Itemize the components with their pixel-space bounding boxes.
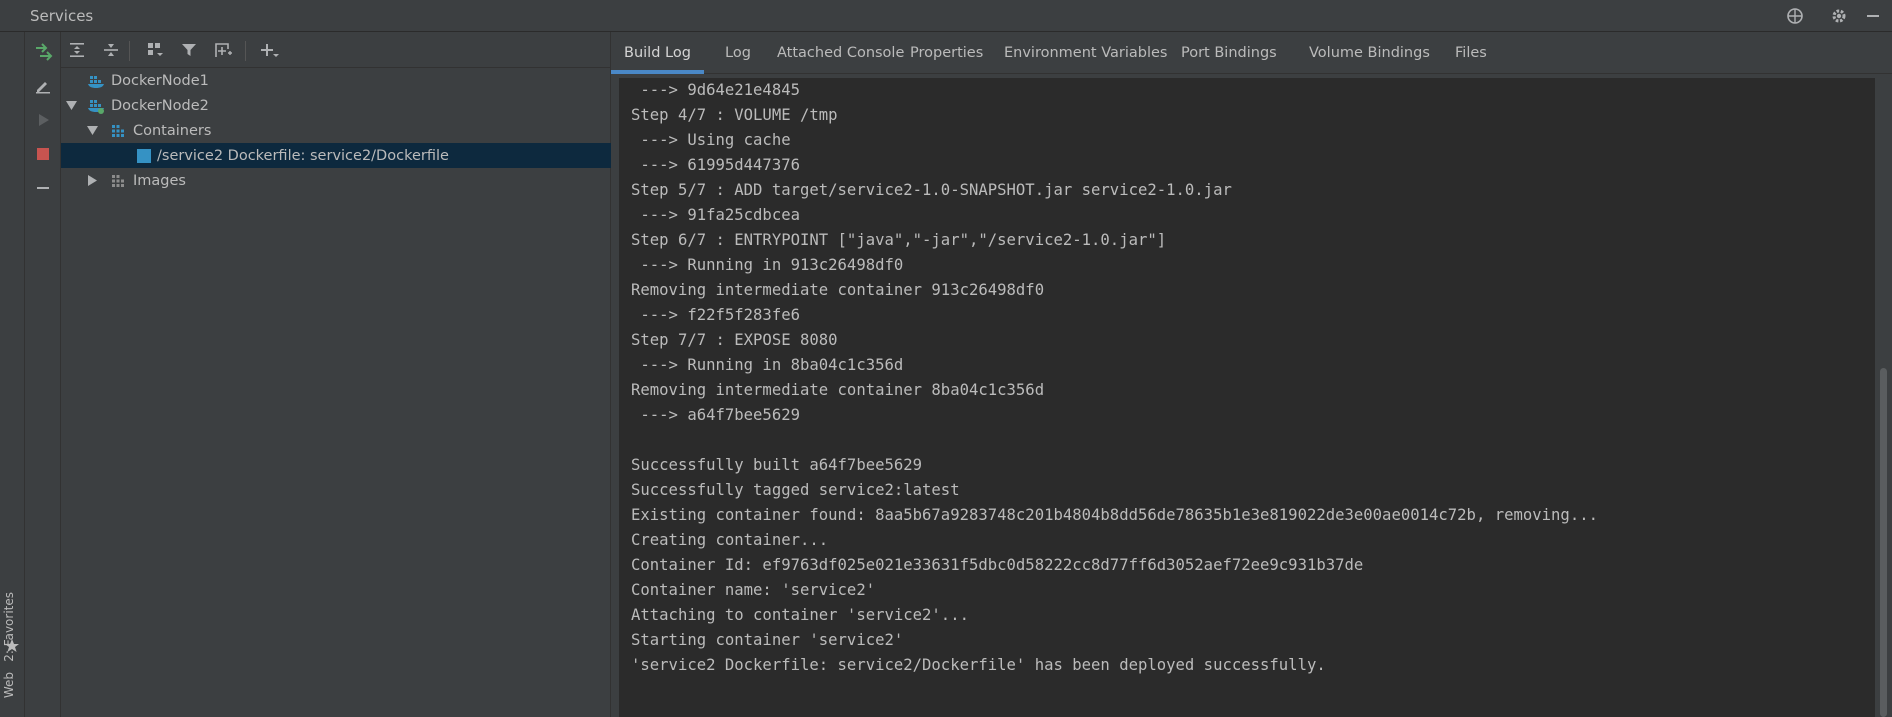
tab-label: Properties [910,45,984,61]
group-by-icon[interactable] [143,38,167,62]
tree-item-dockernode1[interactable]: DockerNode1 [61,68,611,93]
details-tabs: Build Log Log Attached Console Propertie… [611,32,1892,74]
remove-icon[interactable] [31,176,55,200]
log-line: ---> 91fa25cdbcea [631,206,800,224]
build-log-console[interactable]: ---> 9d64e21e4845 Step 4/7 : VOLUME /tmp … [619,78,1875,717]
collapse-all-icon[interactable] [99,38,123,62]
log-line: ---> Running in 8ba04c1c356d [631,356,904,374]
log-line: ---> 61995d447376 [631,156,800,174]
log-line: ---> a64f7bee5629 [631,406,800,424]
tab-log[interactable]: Log [712,32,764,74]
containers-icon [109,122,127,140]
web-label: Web [2,672,16,699]
log-line: Step 5/7 : ADD target/service2-1.0-SNAPS… [631,181,1232,199]
log-line: Successfully built a64f7bee5629 [631,456,923,474]
tree-item-dockernode2[interactable]: DockerNode2 [61,93,611,118]
log-line: Creating container... [631,531,829,549]
log-line: Container name: 'service2' [631,581,876,599]
tab-properties[interactable]: Properties [897,32,996,74]
log-line: Successfully tagged service2:latest [631,481,960,499]
tab-environment-variables[interactable]: Environment Variables [991,32,1180,74]
tab-build-log[interactable]: Build Log [611,32,704,74]
log-line: 'service2 Dockerfile: service2/Dockerfil… [631,656,1326,674]
tab-label: Attached Console [777,45,905,61]
tab-label: Build Log [624,45,691,61]
toolbar-separator [245,41,246,61]
docker-connected-icon [87,97,105,115]
add-icon[interactable] [257,38,281,62]
minimize-icon[interactable] [1862,5,1884,27]
services-tree-panel: DockerNode1 DockerNode2 Containers /serv… [61,32,611,717]
deploy-icon[interactable] [31,40,55,64]
chevron-right-icon[interactable] [86,175,98,187]
docker-icon [87,72,105,90]
details-panel: Build Log Log Attached Console Propertie… [611,32,1892,717]
tab-port-bindings[interactable]: Port Bindings [1168,32,1290,74]
edit-icon[interactable] [31,74,55,98]
log-line: Removing intermediate container 913c2649… [631,281,1045,299]
chevron-down-icon[interactable] [65,100,77,112]
tab-attached-console[interactable]: Attached Console [764,32,917,74]
tree-item-containers[interactable]: Containers [61,118,611,143]
expand-all-icon[interactable] [65,38,89,62]
chevron-down-icon[interactable] [86,125,98,137]
log-line: Step 4/7 : VOLUME /tmp [631,106,838,124]
log-line: Removing intermediate container 8ba04c1c… [631,381,1045,399]
container-icon [135,147,153,165]
log-line: ---> Using cache [631,131,791,149]
tree-toolbar [61,32,611,68]
run-icon[interactable] [31,108,55,132]
globe-icon[interactable] [1784,5,1806,27]
log-line: Attaching to container 'service2'... [631,606,969,624]
log-line: ---> 9d64e21e4845 [631,81,800,99]
tab-volume-bindings[interactable]: Volume Bindings [1296,32,1443,74]
log-line: Step 7/7 : EXPOSE 8080 [631,331,838,349]
services-action-bar [25,32,61,717]
tab-label: Environment Variables [1004,45,1168,61]
images-icon [109,172,127,190]
tool-window-header: Services [0,0,1892,32]
tool-window-title: Services [30,7,94,25]
gear-icon[interactable] [1828,5,1850,27]
tree-item-label: Containers [133,122,212,139]
tree-item-label: /service2 Dockerfile: service2/Dockerfil… [157,147,449,164]
tab-label: Port Bindings [1181,45,1277,61]
tree-item-label: DockerNode2 [111,97,209,114]
log-line: ---> Running in 913c26498df0 [631,256,904,274]
tab-label: Log [725,45,751,61]
tab-label: Volume Bindings [1309,45,1430,61]
scrollbar-thumb[interactable] [1880,368,1887,717]
toolbar-separator [129,41,130,61]
left-tool-stripe: 2: Favorites Web [0,32,25,717]
tree-item-images[interactable]: Images [61,168,611,193]
log-line: Existing container found: 8aa5b67a928374… [631,506,1598,524]
log-line: Starting container 'service2' [631,631,904,649]
tab-files[interactable]: Files [1442,32,1500,74]
log-line: Step 6/7 : ENTRYPOINT ["java","-jar","/s… [631,231,1167,249]
filter-icon[interactable] [177,38,201,62]
web-tab[interactable]: Web [2,672,16,698]
log-line: Container Id: ef9763df025e021e33631f5dbc… [631,556,1364,574]
tree-item-service2-container[interactable]: /service2 Dockerfile: service2/Dockerfil… [61,143,611,168]
new-service-icon[interactable] [211,38,235,62]
vertical-scrollbar[interactable] [1875,78,1892,717]
stop-icon[interactable] [31,142,55,166]
tree-item-label: DockerNode1 [111,72,209,89]
star-icon [4,638,20,654]
log-line: ---> f22f5f283fe6 [631,306,800,324]
tree-item-label: Images [133,172,186,189]
tab-label: Files [1455,45,1487,61]
